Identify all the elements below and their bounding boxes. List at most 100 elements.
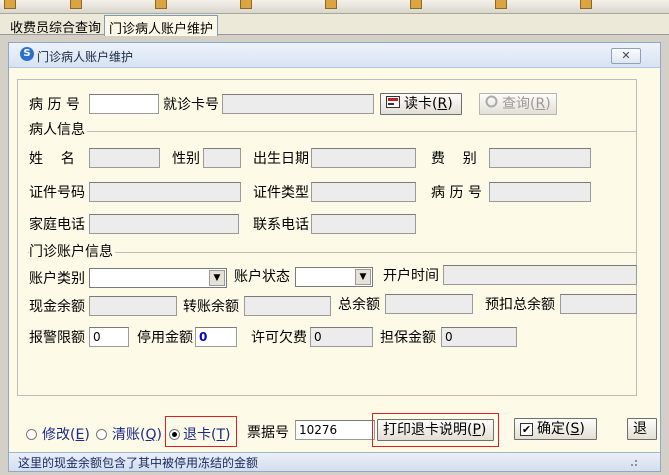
- toolbar-icon: [240, 0, 252, 9]
- refund-paren: ): [225, 427, 231, 443]
- patient-group-title: 病人信息: [29, 122, 87, 138]
- print-refund-note-button[interactable]: 打印退卡说明(P): [377, 419, 494, 441]
- account-status-select[interactable]: ▼: [295, 267, 373, 287]
- print-text: 打印退卡说明(: [383, 422, 473, 438]
- patient-record-no-label: 病 历 号: [431, 185, 482, 201]
- query-text: 查询(: [502, 96, 536, 112]
- prepaid-total-field: [560, 294, 637, 314]
- window-title: 门诊病人账户维护: [37, 50, 134, 64]
- receipt-no-input[interactable]: 10276: [295, 420, 375, 440]
- refund-radio-circle[interactable]: [169, 429, 180, 440]
- chevron-down-icon[interactable]: ▼: [209, 270, 225, 286]
- patient-fee-type-label: 费 别: [431, 151, 477, 167]
- patient-home-phone-label: 家庭电话: [29, 217, 85, 233]
- account-type-label: 账户类别: [29, 271, 85, 287]
- patient-name-label: 姓 名: [29, 150, 75, 168]
- account-type-select[interactable]: ▼: [89, 268, 227, 288]
- toolbar-icon: [4, 0, 16, 9]
- refund-radio[interactable]: 退卡(T): [169, 427, 235, 443]
- search-card-no-input[interactable]: [222, 94, 374, 114]
- patient-id-type-label: 证件类型: [253, 185, 309, 201]
- settle-radio[interactable]: 清账(Q): [96, 427, 164, 443]
- modify-radio-circle[interactable]: [26, 429, 37, 440]
- total-balance-label: 总余额: [338, 297, 380, 313]
- refund-key: T: [216, 427, 226, 443]
- patient-dob-field: [311, 148, 416, 168]
- stop-amount-input[interactable]: 0: [195, 327, 237, 347]
- modify-radio-label: 修改(E): [42, 426, 90, 444]
- account-group-border: [28, 252, 636, 253]
- toolbar-item[interactable]: [325, 0, 340, 9]
- patient-id-no-field: [89, 182, 241, 202]
- toolbar-strip: [0, 0, 669, 14]
- search-record-no-label: 病 历 号: [29, 97, 80, 113]
- checkmark-icon: ✔: [520, 422, 533, 436]
- stop-amount-label: 停用金额: [137, 330, 193, 346]
- resize-grip-icon[interactable]: [628, 456, 638, 466]
- status-message: 这里的现金余额包含了其中被停用冻结的金额: [18, 456, 259, 470]
- patient-id-no-label: 证件号码: [29, 185, 85, 201]
- toolbar-item[interactable]: [495, 0, 510, 9]
- guarantee-label: 担保金额: [380, 330, 436, 346]
- confirm-text: 确定(: [537, 421, 571, 437]
- search-card-no-label: 就诊卡号: [163, 97, 219, 113]
- account-open-time-field: [443, 265, 637, 285]
- toolbar-item[interactable]: [240, 0, 255, 9]
- tab-bar: 收费员综合查询 门诊病人账户维护: [0, 14, 669, 37]
- patient-id-type-field: [311, 182, 416, 202]
- patient-record-no-field: [489, 182, 591, 202]
- refund-text: 退卡(: [183, 427, 217, 443]
- patient-sex-label: 性别: [172, 151, 200, 167]
- query-button[interactable]: 查询(R): [479, 93, 557, 115]
- modify-radio[interactable]: 修改(E): [26, 427, 94, 443]
- extra-button-text: 退: [633, 421, 647, 437]
- modify-paren: ): [84, 427, 90, 443]
- patient-fee-type-field: [489, 148, 591, 168]
- patient-dob-label: 出生日期: [253, 151, 309, 167]
- app-logo-icon: S: [20, 47, 34, 61]
- transfer-balance-label: 转账余额: [183, 299, 239, 315]
- patient-contact-phone-label: 联系电话: [253, 217, 309, 233]
- patient-name-field: [89, 148, 160, 168]
- toolbar-item[interactable]: [580, 0, 595, 9]
- account-status-label: 账户状态: [234, 269, 290, 285]
- tab-account-maintenance[interactable]: 门诊病人账户维护: [104, 15, 219, 37]
- alarm-limit-label: 报警限额: [29, 330, 85, 346]
- prepaid-total-label: 预扣总余额: [485, 297, 555, 313]
- chevron-down-icon[interactable]: ▼: [355, 269, 371, 285]
- modify-text: 修改(: [42, 427, 76, 443]
- print-key: P: [472, 422, 481, 438]
- toolbar-item[interactable]: [70, 0, 85, 9]
- allowed-debt-label: 许可欠费: [251, 330, 307, 346]
- toolbar-item[interactable]: [155, 0, 170, 9]
- search-record-no-input[interactable]: [89, 94, 159, 114]
- guarantee-field: 0: [441, 327, 517, 347]
- account-open-time-label: 开户时间: [383, 268, 439, 284]
- read-card-key: R: [437, 96, 448, 112]
- patient-sex-field: [203, 148, 241, 168]
- settle-radio-circle[interactable]: [96, 429, 107, 440]
- extra-button[interactable]: 退: [627, 418, 657, 440]
- print-paren: ): [480, 422, 487, 438]
- confirm-button[interactable]: ✔ 确定(S): [514, 418, 597, 440]
- tab-cashier-query[interactable]: 收费员综合查询: [6, 15, 105, 36]
- read-card-text: 读卡(: [404, 96, 438, 112]
- allowed-debt-field: 0: [310, 327, 373, 347]
- toolbar-item[interactable]: [4, 0, 19, 9]
- alarm-limit-input[interactable]: 0: [89, 327, 129, 347]
- toolbar-item[interactable]: [410, 0, 425, 9]
- total-balance-field: [385, 294, 473, 314]
- toolbar-icon: [325, 0, 337, 9]
- close-button[interactable]: ✕: [611, 48, 641, 64]
- query-suffix: ): [545, 96, 551, 112]
- transfer-balance-field: [244, 296, 331, 316]
- modify-key: E: [75, 427, 85, 443]
- cash-balance-label: 现金余额: [29, 299, 85, 315]
- settle-radio-label: 清账(Q): [112, 426, 162, 444]
- close-icon: ✕: [621, 49, 631, 62]
- card-reader-icon: [386, 95, 400, 113]
- query-key: R: [535, 96, 546, 112]
- read-card-button[interactable]: 读卡(R): [380, 93, 462, 115]
- refresh-icon: [485, 95, 498, 113]
- patient-group-border: [28, 131, 636, 132]
